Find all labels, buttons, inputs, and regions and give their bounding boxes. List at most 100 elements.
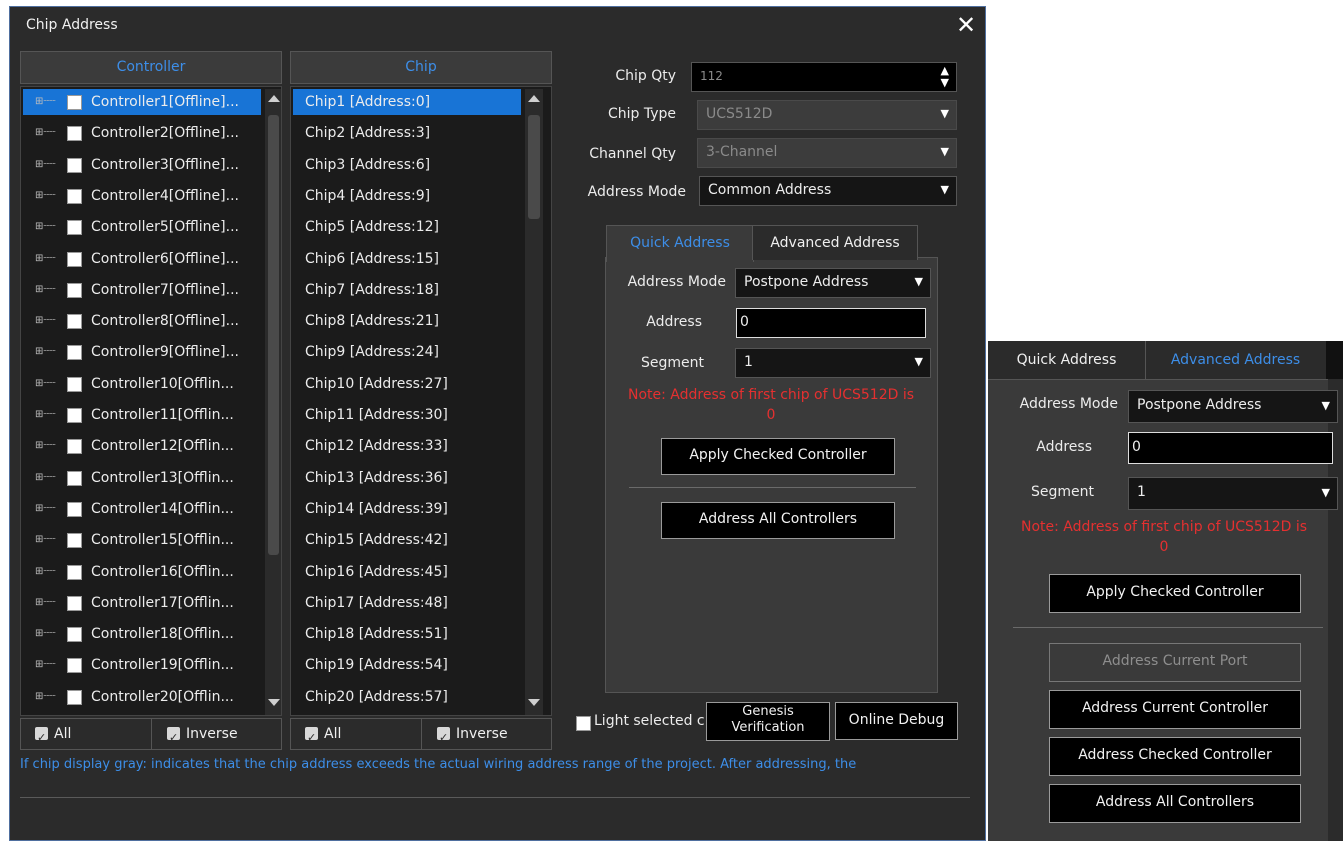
controller-list-item[interactable]: ⊞┈┈ Controller16[Offlin... bbox=[23, 559, 261, 585]
controller-list-item[interactable]: ⊞┈┈ Controller12[Offlin... bbox=[23, 433, 261, 459]
tree-expand-icon[interactable]: ⊞┈┈ bbox=[35, 89, 55, 115]
controller-checkbox[interactable] bbox=[67, 439, 82, 455]
light-selected-checkbox[interactable] bbox=[576, 716, 591, 731]
adv-address-all-button[interactable]: Address All Controllers bbox=[1049, 784, 1301, 823]
chip-qty-spinner[interactable]: 112 ▲ ▼ bbox=[691, 62, 957, 92]
controller-list-item[interactable]: ⊞┈┈ Controller6[Offline]... bbox=[23, 246, 261, 272]
controller-inverse-button[interactable]: Inverse bbox=[167, 720, 238, 752]
tree-expand-icon[interactable]: ⊞┈┈ bbox=[35, 590, 55, 616]
controller-checkbox[interactable] bbox=[67, 345, 82, 361]
tree-expand-icon[interactable]: ⊞┈┈ bbox=[35, 496, 55, 522]
quick-segment-select[interactable]: 1 ▼ bbox=[735, 348, 931, 378]
controller-checkbox[interactable] bbox=[67, 564, 82, 580]
chip-list-item[interactable]: Chip2 [Address:3] bbox=[293, 120, 521, 146]
controller-list-item[interactable]: ⊞┈┈ Controller19[Offlin... bbox=[23, 652, 261, 678]
tree-expand-icon[interactable]: ⊞┈┈ bbox=[35, 371, 55, 397]
channel-qty-select[interactable]: 3-Channel ▼ bbox=[697, 138, 957, 168]
tree-expand-icon[interactable]: ⊞┈┈ bbox=[35, 183, 55, 209]
tree-expand-icon[interactable]: ⊞┈┈ bbox=[35, 559, 55, 585]
controller-checkbox[interactable] bbox=[67, 408, 82, 423]
controller-list-item[interactable]: ⊞┈┈ Controller5[Offline]... bbox=[23, 214, 261, 240]
controller-checkbox[interactable] bbox=[67, 658, 82, 674]
controller-list-item[interactable]: ⊞┈┈ Controller18[Offlin... bbox=[23, 621, 261, 647]
controller-list-item[interactable]: ⊞┈┈ Controller4[Offline]... bbox=[23, 183, 261, 209]
adv-address-checked-controller-button[interactable]: Address Checked Controller bbox=[1049, 737, 1301, 776]
controller-list-item[interactable]: ⊞┈┈ Controller8[Offline]... bbox=[23, 308, 261, 334]
chip-list-item[interactable]: Chip11 [Address:30] bbox=[293, 402, 521, 428]
quick-address-mode-select[interactable]: Postpone Address ▼ bbox=[735, 268, 931, 298]
controller-checkbox[interactable] bbox=[67, 126, 82, 142]
online-debug-button[interactable]: Online Debug bbox=[835, 702, 958, 740]
chip-list-item[interactable]: Chip5 [Address:12] bbox=[293, 214, 521, 240]
scroll-thumb[interactable] bbox=[268, 115, 279, 555]
scroll-thumb[interactable] bbox=[528, 115, 540, 219]
chip-inverse-button[interactable]: Inverse bbox=[437, 720, 508, 752]
close-icon[interactable]: ✕ bbox=[952, 12, 980, 40]
tree-expand-icon[interactable]: ⊞┈┈ bbox=[35, 246, 55, 272]
chip-list-item[interactable]: Chip6 [Address:15] bbox=[293, 246, 521, 272]
chip-list-item[interactable]: Chip15 [Address:42] bbox=[293, 527, 521, 553]
chip-list-item[interactable]: Chip10 [Address:27] bbox=[293, 371, 521, 397]
tree-expand-icon[interactable]: ⊞┈┈ bbox=[35, 402, 55, 428]
controller-list-item[interactable]: ⊞┈┈ Controller11[Offlin... bbox=[23, 402, 261, 428]
controller-checkbox[interactable] bbox=[67, 689, 82, 705]
address-mode-select[interactable]: Common Address ▼ bbox=[699, 176, 957, 206]
controller-list-item[interactable]: ⊞┈┈ Controller17[Offlin... bbox=[23, 590, 261, 616]
controller-list-item[interactable]: ⊞┈┈ Controller1[Offline]... bbox=[23, 89, 261, 115]
controller-checkbox[interactable] bbox=[67, 501, 82, 517]
adv-apply-checked-button[interactable]: Apply Checked Controller bbox=[1049, 574, 1301, 613]
adv-address-current-controller-button[interactable]: Address Current Controller bbox=[1049, 690, 1301, 729]
adv-tab-advanced-address[interactable]: Advanced Address bbox=[1145, 341, 1326, 379]
controller-checkbox[interactable] bbox=[67, 470, 82, 486]
chip-list-item[interactable]: Chip1 [Address:0] bbox=[293, 89, 521, 115]
controller-list-item[interactable]: ⊞┈┈ Controller20[Offlin... bbox=[23, 684, 261, 710]
controller-header[interactable]: Controller bbox=[20, 51, 282, 84]
chip-list-item[interactable]: Chip17 [Address:48] bbox=[293, 590, 521, 616]
quick-address-input[interactable]: 0 bbox=[736, 308, 926, 338]
chip-all-button[interactable]: All bbox=[305, 720, 341, 752]
adv-tab-quick-address[interactable]: Quick Address bbox=[988, 341, 1146, 379]
tree-expand-icon[interactable]: ⊞┈┈ bbox=[35, 465, 55, 491]
tree-expand-icon[interactable]: ⊞┈┈ bbox=[35, 339, 55, 365]
chip-list-item[interactable]: Chip18 [Address:51] bbox=[293, 621, 521, 647]
chip-header[interactable]: Chip bbox=[290, 51, 552, 84]
chip-list-item[interactable]: Chip13 [Address:36] bbox=[293, 465, 521, 491]
chip-list-item[interactable]: Chip8 [Address:21] bbox=[293, 308, 521, 334]
chip-list-item[interactable]: Chip4 [Address:9] bbox=[293, 183, 521, 209]
scroll-down-arrow-icon[interactable] bbox=[268, 699, 280, 706]
adv-segment-select[interactable]: 1 ▼ bbox=[1128, 477, 1338, 510]
controller-scrollbar[interactable] bbox=[265, 89, 281, 715]
controller-checkbox[interactable] bbox=[67, 220, 82, 236]
tree-expand-icon[interactable]: ⊞┈┈ bbox=[35, 684, 55, 710]
controller-checkbox[interactable] bbox=[67, 282, 82, 298]
controller-list-item[interactable]: ⊞┈┈ Controller7[Offline]... bbox=[23, 277, 261, 303]
tree-expand-icon[interactable]: ⊞┈┈ bbox=[35, 120, 55, 146]
tree-expand-icon[interactable]: ⊞┈┈ bbox=[35, 621, 55, 647]
tree-expand-icon[interactable]: ⊞┈┈ bbox=[35, 277, 55, 303]
chip-list-item[interactable]: Chip9 [Address:24] bbox=[293, 339, 521, 365]
chip-list-item[interactable]: Chip16 [Address:45] bbox=[293, 559, 521, 585]
scroll-up-arrow-icon[interactable] bbox=[268, 95, 280, 102]
controller-checkbox[interactable] bbox=[67, 157, 82, 173]
controller-checkbox[interactable] bbox=[67, 251, 82, 267]
controller-checkbox[interactable] bbox=[67, 188, 82, 204]
adv-address-current-port-button[interactable]: Address Current Port bbox=[1049, 643, 1301, 682]
controller-list-item[interactable]: ⊞┈┈ Controller9[Offline]... bbox=[23, 339, 261, 365]
chip-list-item[interactable]: Chip3 [Address:6] bbox=[293, 152, 521, 178]
tree-expand-icon[interactable]: ⊞┈┈ bbox=[35, 308, 55, 334]
controller-checkbox[interactable] bbox=[67, 595, 82, 611]
controller-checkbox[interactable] bbox=[67, 376, 82, 392]
controller-checkbox[interactable] bbox=[67, 95, 82, 110]
controller-list-item[interactable]: ⊞┈┈ Controller3[Offline]... bbox=[23, 152, 261, 178]
chip-type-select[interactable]: UCS512D ▼ bbox=[697, 100, 957, 130]
scroll-up-arrow-icon[interactable] bbox=[528, 95, 540, 102]
chip-list-item[interactable]: Chip20 [Address:57] bbox=[293, 684, 521, 710]
tab-advanced-address[interactable]: Advanced Address bbox=[752, 225, 918, 260]
tree-expand-icon[interactable]: ⊞┈┈ bbox=[35, 214, 55, 240]
quick-apply-checked-button[interactable]: Apply Checked Controller bbox=[661, 438, 895, 475]
tree-expand-icon[interactable]: ⊞┈┈ bbox=[35, 527, 55, 553]
spinner-arrows-icon[interactable]: ▲ ▼ bbox=[941, 65, 949, 89]
adv-address-input[interactable]: 0 bbox=[1128, 432, 1333, 464]
tree-expand-icon[interactable]: ⊞┈┈ bbox=[35, 652, 55, 678]
controller-list-item[interactable]: ⊞┈┈ Controller10[Offlin... bbox=[23, 371, 261, 397]
